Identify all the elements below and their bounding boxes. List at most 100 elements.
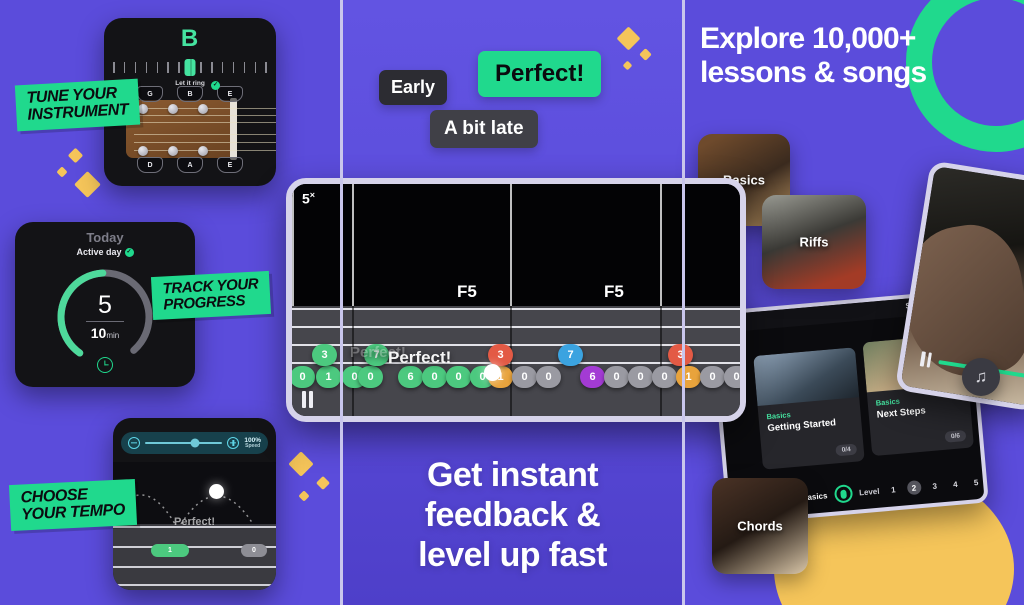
note-bubble[interactable]: 6 — [580, 366, 605, 388]
gauge-current-value: 5 — [98, 291, 112, 319]
diamond-icon — [74, 171, 101, 198]
tempo-note-bubble[interactable]: 0 — [241, 544, 267, 557]
note-bubble[interactable]: 0 — [604, 366, 629, 388]
timing-ball — [484, 364, 501, 381]
beat-line — [660, 184, 662, 312]
note-bubble[interactable]: 0 — [422, 366, 447, 388]
speed-label: Speed — [245, 442, 261, 449]
chord-label-text: F5 — [604, 282, 624, 301]
string-label-d[interactable]: D — [137, 157, 163, 173]
string-label-e-low[interactable]: E — [217, 157, 243, 173]
lesson-progress-count: 0/4 — [835, 443, 858, 457]
practice-phone[interactable]: F5 F5 5× Perfect! Perfect! 0 1 3 0 0 7 6… — [286, 178, 746, 422]
level-2-button[interactable]: 2 — [906, 480, 922, 496]
diamond-icon — [56, 166, 68, 178]
panel-divider — [340, 0, 343, 605]
tempo-fretboard — [113, 524, 276, 590]
string-label-g[interactable]: G — [137, 86, 163, 102]
promo-line-2: YOUR TEMPO — [21, 501, 126, 524]
pause-button[interactable] — [302, 391, 313, 408]
string-label-e-high[interactable]: E — [217, 86, 243, 102]
chord-label-text: F5 — [457, 282, 477, 301]
note-bubble[interactable]: 0 — [628, 366, 653, 388]
beat-line — [292, 184, 294, 312]
level-4-button[interactable]: 4 — [948, 476, 963, 491]
note-highway-sky — [292, 184, 740, 306]
note-bubble[interactable]: 0 — [446, 366, 471, 388]
feedback-inline-label: Perfect! — [388, 348, 452, 367]
speed-decrease-button[interactable] — [128, 437, 140, 449]
tuned-check-icon: ✓ — [211, 81, 220, 90]
tuner-needle — [184, 59, 196, 76]
clock-icon — [97, 357, 113, 373]
playback-speed-indicator[interactable]: 5× — [302, 190, 315, 207]
right-headline: Explore 10,000+ lessons & songs — [700, 22, 1012, 89]
string-labels-top: G B E — [137, 86, 243, 102]
headline-line: level up fast — [418, 536, 607, 575]
nav-level-label: Level — [858, 486, 880, 497]
note-bubble[interactable]: 3 — [312, 344, 337, 366]
headline-line: lessons & songs — [700, 55, 927, 89]
diamond-icon — [67, 147, 84, 164]
string-labels-bottom: D A E — [137, 157, 243, 173]
speed-slider-knob[interactable] — [190, 438, 200, 448]
note-bubble[interactable]: 1 — [676, 366, 701, 388]
level-5-button[interactable]: 5 — [969, 475, 984, 490]
level-1-button[interactable]: 1 — [886, 482, 901, 497]
speed-increase-button[interactable] — [227, 437, 240, 449]
diamond-icon — [288, 451, 314, 477]
feedback-badge-perfect: Perfect! — [478, 51, 602, 97]
speed-slider-track[interactable] — [145, 438, 223, 448]
gauge-total-value: 10 — [90, 325, 107, 341]
lesson-thumbnail-riffs[interactable]: Riffs — [762, 195, 866, 289]
tuner-tick-scale — [104, 57, 276, 77]
string-label-b[interactable]: B — [177, 86, 203, 102]
tempo-note-bubble[interactable]: 1 — [151, 544, 189, 557]
beat-line — [510, 184, 512, 312]
music-note-icon[interactable]: ♫ — [962, 358, 1000, 396]
app-root: B Let it ring G B E ✓ D A E TUNE YOUR IN… — [0, 0, 1024, 605]
note-bubble[interactable]: 6 — [398, 366, 423, 388]
tuner-note: B — [180, 25, 200, 52]
progress-gauge: 5 10min — [51, 263, 159, 373]
speed-control-bar[interactable]: 100% Speed — [121, 432, 268, 454]
note-bubble[interactable]: 0 — [512, 366, 537, 388]
note-bubble[interactable]: 0 — [724, 366, 740, 388]
feedback-badge-late: A bit late — [430, 110, 538, 148]
note-bubble[interactable]: 0 — [292, 366, 315, 388]
note-bubble[interactable]: 0 — [358, 366, 383, 388]
note-bubble[interactable]: 7 — [558, 344, 583, 366]
progress-subtitle: Active day ✓ — [15, 247, 195, 257]
feedback-badge-early: Early — [379, 70, 448, 105]
note-bubble[interactable]: 1 — [316, 366, 341, 388]
headline-line: Explore 10,000+ — [700, 22, 916, 55]
note-bubble[interactable]: 3 — [488, 344, 513, 366]
note-bubble[interactable]: 0 — [700, 366, 725, 388]
promo-badge-tempo: CHOOSE YOUR TEMPO — [8, 478, 137, 531]
lesson-thumbnail-chords[interactable]: Chords — [712, 478, 808, 574]
speed-multiplier: × — [309, 190, 316, 200]
active-day-check-icon: ✓ — [124, 247, 134, 257]
note-bubble[interactable]: 3 — [668, 344, 693, 366]
level-3-button[interactable]: 3 — [927, 478, 942, 493]
headline-line: Get instant — [427, 456, 599, 494]
note-bubble[interactable]: 0 — [652, 366, 677, 388]
tempo-note-sky — [113, 462, 276, 524]
promo-line-2: PROGRESS — [162, 292, 246, 314]
thumbnail-label: Riffs — [799, 234, 829, 250]
speed-value: 5 — [302, 190, 310, 207]
gauge-total: 10min — [91, 325, 119, 341]
book-icon[interactable] — [833, 484, 853, 504]
gauge-total-unit: min — [106, 331, 120, 340]
headline-line: feedback & — [424, 496, 601, 535]
center-headline: Get instant feedback & level up fast — [341, 455, 684, 575]
tempo-card[interactable]: 100% Speed Perfect! 1 0 — [113, 418, 276, 590]
thumbnail-label: Chords — [737, 518, 783, 534]
lesson-progress-count: 0/6 — [944, 429, 967, 443]
beat-line — [352, 184, 354, 312]
note-bubble[interactable]: 0 — [536, 366, 561, 388]
string-label-a[interactable]: A — [177, 157, 203, 173]
lesson-card[interactable]: Basics Getting Started 0/4 — [753, 347, 865, 470]
tempo-feedback-label: Perfect! — [174, 516, 215, 528]
progress-subtitle-text: Active day — [76, 247, 122, 257]
